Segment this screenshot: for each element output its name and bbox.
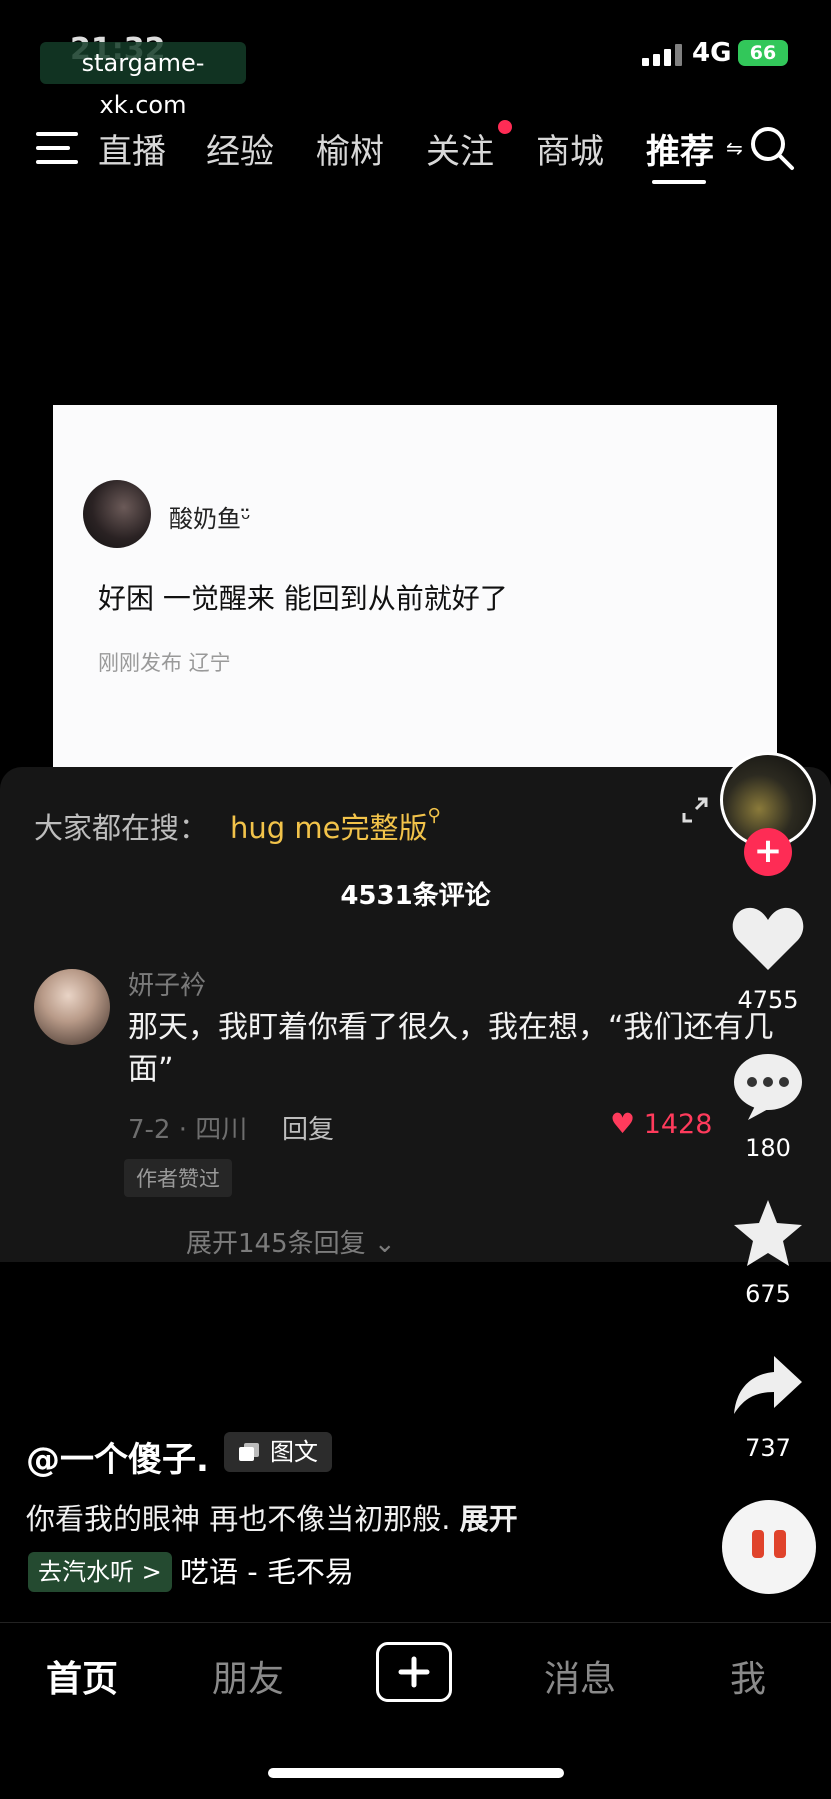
tab-recommend[interactable]: 推荐 [646,124,714,173]
expand-icon[interactable] [680,795,710,825]
search-icon[interactable] [748,124,796,172]
tab-city[interactable]: 榆树 [316,124,384,173]
reply-button[interactable]: 回复 [282,1109,334,1146]
chevron-down-icon: ⌄ [373,1229,396,1259]
star-icon[interactable] [730,1198,806,1268]
nav-me[interactable]: 我 [730,1650,766,1702]
search-suggest-link[interactable]: hug me完整版⚲ [230,805,441,847]
search-suggest-label: 大家都在搜： [34,811,209,845]
like-count: 4755 [737,986,799,1014]
tab-live[interactable]: 直播 [98,124,166,173]
commenter-name[interactable]: 妍子衿 [128,965,206,1002]
description-text: 你看我的眼神 再也不像当初那般. [26,1502,451,1536]
comment-like-button[interactable]: ♥ 1428 [610,1107,712,1140]
post-meta: 刚刚发布 辽宁 [98,651,231,675]
post-username: 酸奶鱼ᵕ̈ [169,505,251,533]
tab-experience[interactable]: 经验 [206,124,274,173]
image-text-icon [239,1443,259,1461]
notification-dot [498,120,512,134]
post-card[interactable]: 酸奶鱼ᵕ̈ 好困 一觉醒来 能回到从前就好了 刚刚发布 辽宁 [53,405,777,767]
share-icon[interactable] [730,1352,806,1422]
expand-replies-label: 展开145条回复 [186,1229,366,1259]
active-tab-indicator [652,180,706,184]
post-text: 好困 一觉醒来 能回到从前就好了 [98,582,508,615]
share-count: 737 [745,1434,791,1462]
create-button[interactable] [376,1642,452,1702]
comment-text: 那天，我盯着你看了很久，我在想，“我们还有几面” [128,1010,774,1087]
heart-icon[interactable] [730,904,806,974]
commenter-avatar[interactable] [34,969,110,1045]
watermark: stargame-xk.com [40,42,246,119]
nav-home[interactable]: 首页 [46,1650,118,1702]
search-suggest-term: hug me完整版 [230,811,428,845]
author-liked-badge: 作者赞过 [124,1159,232,1197]
follow-button[interactable]: + [744,828,792,876]
song-title[interactable]: 呓语 - 毛不易 [180,1552,354,1592]
post-description: 你看我的眼神 再也不像当初那般. 展开 [26,1496,518,1538]
favorite-count: 675 [745,1280,791,1308]
comment-icon[interactable] [730,1052,806,1122]
comment-like-count: 1428 [643,1109,713,1140]
nav-friends[interactable]: 朋友 [212,1650,284,1702]
author-name[interactable]: @一个傻子. [26,1432,209,1481]
expand-replies-button[interactable]: 展开145条回复 ⌄ [186,1223,396,1260]
tab-mall[interactable]: 商城 [536,124,604,173]
search-small-icon: ⚲ [427,805,441,826]
tab-following[interactable]: 关注 [426,124,494,173]
comment-date: 7-2 · 四川 [128,1115,248,1145]
switch-icon[interactable]: ⇋ [726,136,743,160]
signal-icon [642,44,684,66]
menu-icon[interactable] [36,128,82,168]
nav-messages[interactable]: 消息 [544,1650,616,1702]
heart-icon: ♥ [610,1107,636,1140]
music-disc-icon[interactable] [722,1500,816,1594]
network-type: 4G [692,38,732,68]
expand-caption-button[interactable]: 展开 [460,1502,518,1536]
home-indicator [268,1768,564,1778]
battery-icon: 66 [738,40,788,66]
open-in-music-button[interactable]: 去汽水听 > [28,1552,172,1592]
comment-count-rail: 180 [745,1134,791,1162]
avatar[interactable] [83,480,151,548]
comment-panel: 大家都在搜： hug me完整版⚲ 4531条评论 妍子衿 那天，我盯着你看了很… [0,767,831,1262]
comment-count: 4531条评论 [340,881,491,911]
plus-icon [398,1656,430,1688]
